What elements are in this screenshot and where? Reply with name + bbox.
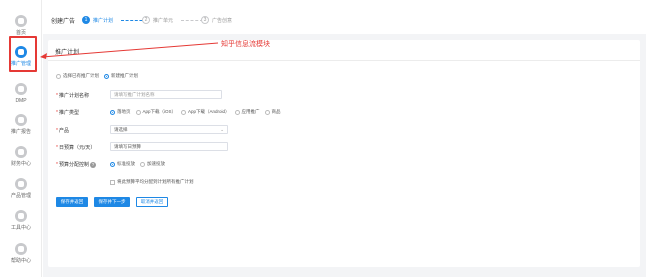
annotation-label: 知乎信息流模块 [221, 41, 270, 48]
arrow-line [41, 42, 219, 58]
arrow-head [40, 53, 47, 59]
annotation-arrow [40, 42, 219, 59]
